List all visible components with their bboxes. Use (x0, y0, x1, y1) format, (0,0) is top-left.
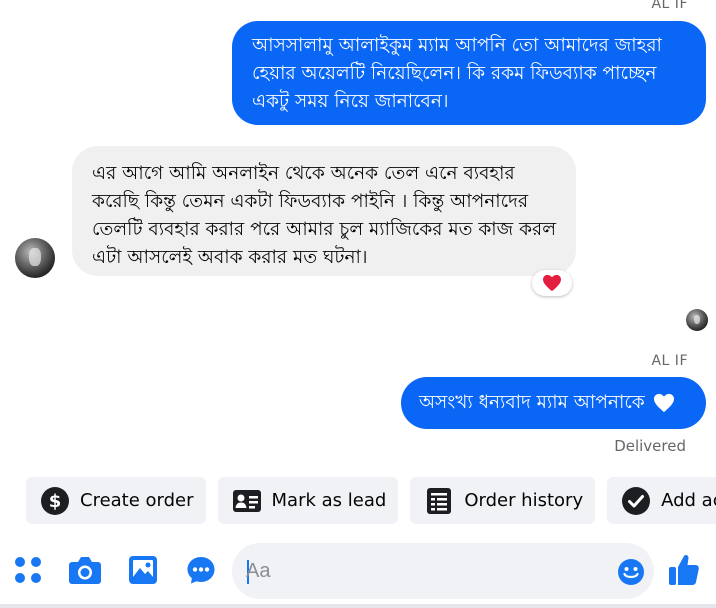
sender-name-label: AL IF (651, 0, 688, 12)
message-reaction[interactable] (532, 270, 572, 296)
camera-icon[interactable] (68, 555, 102, 585)
thumbs-up-icon[interactable] (668, 553, 700, 587)
message-input[interactable] (246, 543, 606, 599)
heart-reaction-icon (543, 274, 561, 292)
mark-as-lead-button[interactable]: Mark as lead (217, 477, 399, 524)
bottom-divider (0, 604, 716, 608)
message-text: অসংখ্য ধন্যবাদ ম্যাম আপনাকে (419, 392, 645, 413)
contact-avatar[interactable] (15, 238, 55, 278)
message-text: এর আগে আমি অনলাইন থেকে অনেক তেল এনে ব্যব… (92, 163, 556, 268)
incoming-message-bubble[interactable]: এর আগে আমি অনলাইন থেকে অনেক তেল এনে ব্যব… (72, 146, 576, 276)
delivery-status: Delivered (614, 437, 686, 455)
create-order-button[interactable]: $ Create order (26, 477, 206, 524)
outgoing-message-bubble[interactable]: আসসালামু আলাইকুম ম্যাম আপনি তো আমাদের জা… (232, 21, 706, 125)
apps-icon[interactable] (14, 556, 42, 584)
check-circle-icon (621, 486, 651, 516)
contact-card-icon (232, 486, 262, 516)
gallery-icon[interactable] (128, 555, 158, 585)
chat-bubble-icon[interactable] (186, 555, 216, 585)
svg-text:$: $ (49, 491, 62, 512)
emoji-icon[interactable] (616, 557, 646, 587)
receipt-icon (424, 486, 454, 516)
message-input-container (232, 543, 654, 599)
dollar-icon: $ (40, 486, 70, 516)
add-activity-label: Add activi (661, 490, 716, 511)
quick-actions-bar: $ Create order Mark as lead Order histor… (26, 477, 716, 525)
create-order-label: Create order (80, 490, 194, 511)
seen-avatar (686, 309, 708, 331)
white-heart-icon (653, 393, 674, 413)
add-activity-button[interactable]: Add activi (607, 477, 716, 524)
mark-as-lead-label: Mark as lead (271, 490, 387, 511)
message-composer (0, 538, 716, 604)
message-text: আসসালামু আলাইকুম ম্যাম আপনি তো আমাদের জা… (252, 35, 662, 112)
messenger-chat-screen: AL IF আসসালামু আলাইকুম ম্যাম আপনি তো আমা… (0, 0, 716, 608)
outgoing-message-bubble[interactable]: অসংখ্য ধন্যবাদ ম্যাম আপনাকে (401, 377, 706, 429)
order-history-button[interactable]: Order history (410, 477, 596, 524)
order-history-label: Order history (464, 490, 584, 511)
sender-name-label: AL IF (651, 353, 688, 369)
